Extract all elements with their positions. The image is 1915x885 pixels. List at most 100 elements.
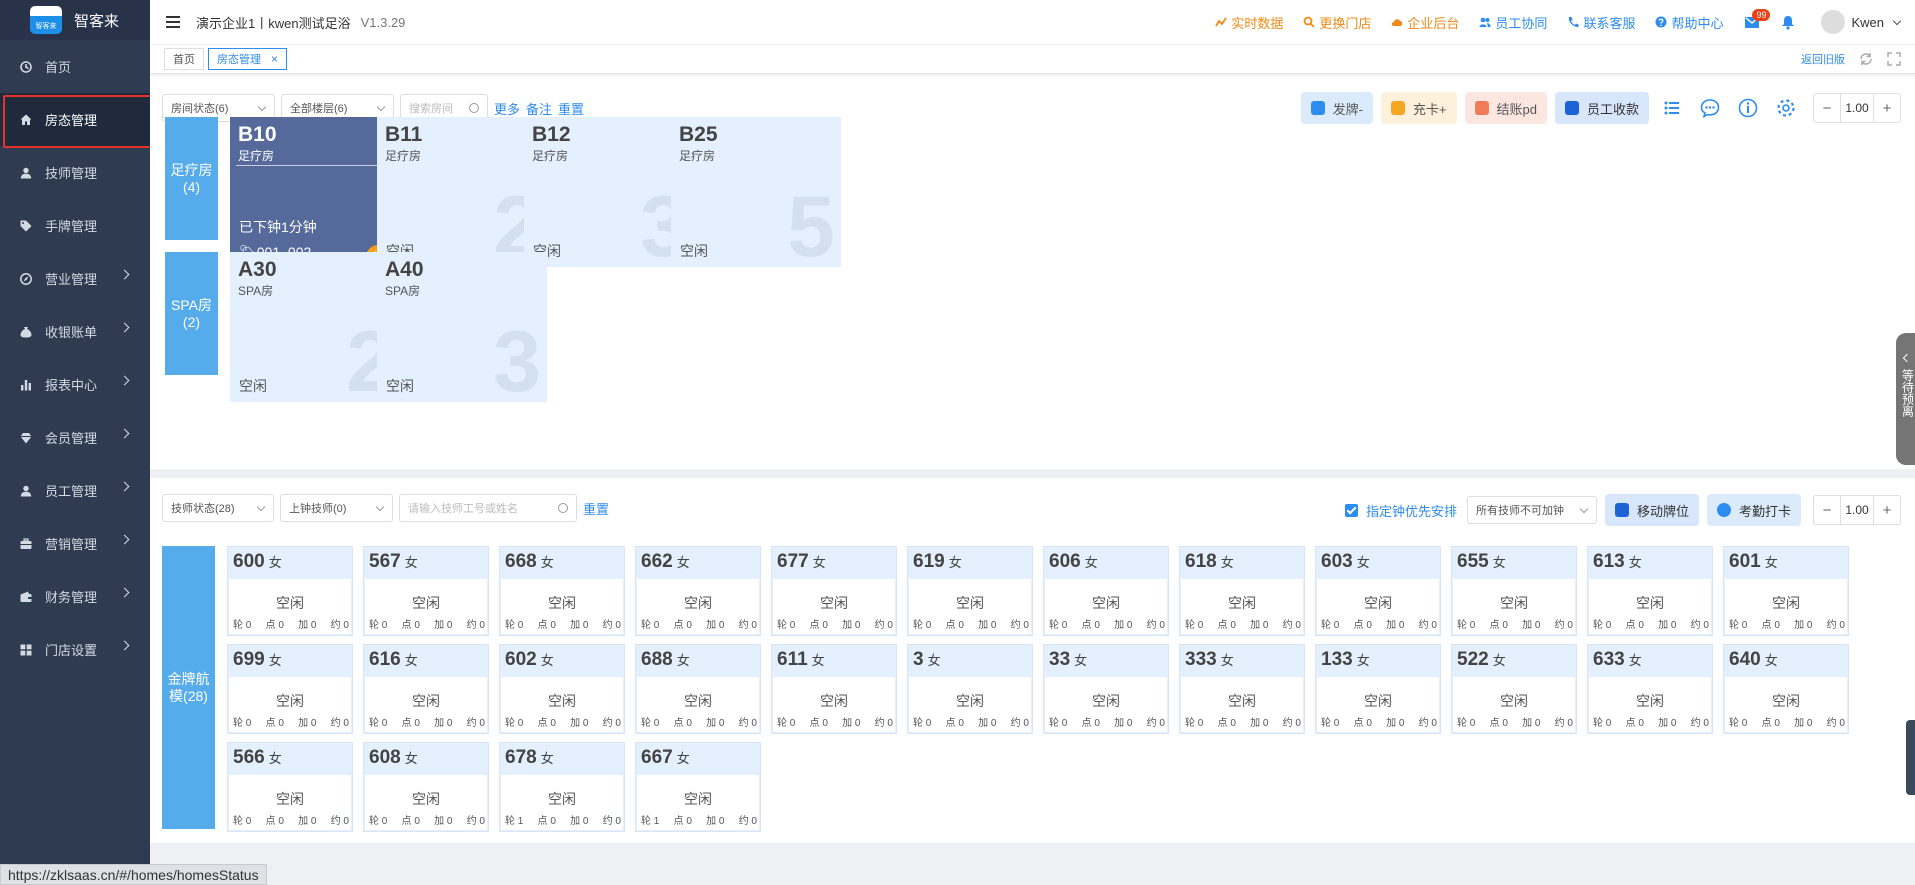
technician-card[interactable]: 616 女空闲轮 0 点 0 加 0 约 0 — [363, 644, 489, 734]
sidebar-item-4[interactable]: 手牌管理 — [0, 199, 150, 252]
mail-button[interactable]: 99 — [1745, 8, 1771, 28]
technician-card[interactable]: 655 女空闲轮 0 点 0 加 0 约 0 — [1451, 546, 1577, 636]
technician-card[interactable]: 611 女空闲轮 0 点 0 加 0 约 0 — [771, 644, 897, 734]
attendance-button[interactable]: 考勤打卡 — [1706, 494, 1801, 526]
note-link[interactable]: 备注 — [526, 99, 552, 118]
technician-card[interactable]: 677 女空闲轮 0 点 0 加 0 约 0 — [771, 546, 897, 636]
technician-card[interactable]: 678 女空闲轮 1 点 0 加 0 约 0 — [499, 742, 625, 832]
top-link-4[interactable]: 员工协同 — [1479, 13, 1547, 32]
move-position-button[interactable]: 移动牌位 — [1604, 494, 1699, 526]
technician-card[interactable]: 608 女空闲轮 0 点 0 加 0 约 0 — [363, 742, 489, 832]
reset-link[interactable]: 重置 — [558, 99, 584, 118]
technician-card[interactable]: 522 女空闲轮 0 点 0 加 0 约 0 — [1451, 644, 1577, 734]
tab-room-status[interactable]: 房态管理 × — [208, 48, 288, 70]
room-action-button-2[interactable]: 充卡+ — [1380, 92, 1457, 124]
sidebar-item-12[interactable]: 门店设置 — [0, 623, 150, 676]
tech-zoom-stepper[interactable]: − 1.00 + — [1813, 495, 1901, 525]
zoom-plus-button[interactable]: + — [1874, 502, 1900, 519]
technician-card[interactable]: 603 女空闲轮 0 点 0 加 0 约 0 — [1315, 546, 1441, 636]
technician-card[interactable]: 619 女空闲轮 0 点 0 加 0 约 0 — [907, 546, 1033, 636]
waiting-checkout-drawer[interactable]: 等待预离 — [1896, 333, 1915, 465]
zoom-minus-button[interactable]: − — [1814, 502, 1840, 519]
sidebar-item-10[interactable]: 营销管理 — [0, 517, 150, 570]
list-view-button[interactable] — [1657, 93, 1687, 123]
message-button[interactable] — [1695, 93, 1725, 123]
tech-gender: 女 — [1492, 653, 1506, 668]
sidebar-item-5[interactable]: 营业管理 — [0, 252, 150, 305]
technician-card[interactable]: 688 女空闲轮 0 点 0 加 0 约 0 — [635, 644, 761, 734]
technician-card[interactable]: 602 女空闲轮 0 点 0 加 0 约 0 — [499, 644, 625, 734]
room-action-button-3[interactable]: 结账pd — [1464, 92, 1547, 124]
technician-card[interactable]: 662 女空闲轮 0 点 0 加 0 约 0 — [635, 546, 761, 636]
room-card[interactable]: B12 足疗房 3 空闲 — [524, 117, 694, 267]
technician-card[interactable]: 133 女空闲轮 0 点 0 加 0 约 0 — [1315, 644, 1441, 734]
clock-tech-select[interactable]: 上钟技师(0) — [280, 494, 393, 522]
sidebar-item-2[interactable]: 房态管理 — [0, 93, 155, 148]
room-action-button-4[interactable]: 员工收款 — [1554, 92, 1649, 124]
technician-card[interactable]: 601 女空闲轮 0 点 0 加 0 约 0 — [1723, 546, 1849, 636]
priority-checkbox[interactable] — [1344, 503, 1358, 517]
tech-group-label[interactable]: 金牌航 模(28) — [162, 546, 215, 829]
technician-card[interactable]: 567 女空闲轮 0 点 0 加 0 约 0 — [363, 546, 489, 636]
technician-card[interactable]: 600 女空闲轮 0 点 0 加 0 约 0 — [227, 546, 353, 636]
room-category-label[interactable]: 足疗房 (4) — [165, 117, 218, 240]
technician-card[interactable]: 33 女空闲轮 0 点 0 加 0 约 0 — [1043, 644, 1169, 734]
top-link-1[interactable]: 实时数据 — [1215, 13, 1283, 32]
room-number: A40 — [385, 258, 424, 281]
sidebar-item-11[interactable]: 财务管理 — [0, 570, 150, 623]
sidebar-item-1[interactable]: 首页 — [0, 40, 150, 93]
technician-card[interactable]: 606 女空闲轮 0 点 0 加 0 约 0 — [1043, 546, 1169, 636]
menu-toggle-icon[interactable] — [166, 16, 180, 28]
tech-search-input[interactable]: 请输入技师工号或姓名 — [399, 494, 577, 522]
sidebar-item-9[interactable]: 员工管理 — [0, 464, 150, 517]
priority-label[interactable]: 指定钟优先安排 — [1366, 501, 1457, 520]
fullscreen-icon[interactable] — [1887, 52, 1901, 66]
tech-status-select[interactable]: 技师状态(28) — [162, 494, 274, 522]
top-link-3[interactable]: 企业后台 — [1391, 13, 1459, 32]
room-zoom-stepper[interactable]: − 1.00 + — [1813, 93, 1901, 123]
sidebar-item-6[interactable]: 收银账单 — [0, 305, 150, 358]
technician-card[interactable]: 633 女空闲轮 0 点 0 加 0 约 0 — [1587, 644, 1713, 734]
zoom-value[interactable]: 1.00 — [1840, 94, 1874, 122]
zoom-minus-button[interactable]: − — [1814, 100, 1840, 117]
technician-card[interactable]: 699 女空闲轮 0 点 0 加 0 约 0 — [227, 644, 353, 734]
technician-card[interactable]: 566 女空闲轮 0 点 0 加 0 约 0 — [227, 742, 353, 832]
user-menu[interactable]: Kwen — [1821, 10, 1902, 34]
technician-card[interactable]: 3 女空闲轮 0 点 0 加 0 约 0 — [907, 644, 1033, 734]
tech-reset-link[interactable]: 重置 — [583, 499, 609, 518]
room-card[interactable]: B25 足疗房 5 空闲 — [671, 117, 841, 267]
notification-button[interactable] — [1781, 15, 1795, 30]
technician-card[interactable]: 613 女空闲轮 0 点 0 加 0 约 0 — [1587, 546, 1713, 636]
more-link[interactable]: 更多 — [494, 99, 520, 118]
technician-card[interactable]: 618 女空闲轮 0 点 0 加 0 约 0 — [1179, 546, 1305, 636]
room-card[interactable]: A40 SPA房 3 空闲 — [377, 252, 547, 402]
back-old-version-link[interactable]: 返回旧版 — [1801, 51, 1845, 67]
room-card[interactable]: B11 足疗房 2 空闲 — [377, 117, 547, 267]
technician-card[interactable]: 667 女空闲轮 1 点 0 加 0 约 0 — [635, 742, 761, 832]
logo[interactable]: 智客来 智客来 — [0, 0, 150, 40]
top-link-5[interactable]: 联系客服 — [1567, 13, 1635, 32]
tab-home[interactable]: 首页 — [164, 48, 204, 70]
unavailable-select[interactable]: 所有技师不可加钟 — [1466, 496, 1597, 524]
tech-gender: 女 — [1764, 555, 1778, 570]
technician-card[interactable]: 333 女空闲轮 0 点 0 加 0 约 0 — [1179, 644, 1305, 734]
side-scroll-handle[interactable] — [1906, 720, 1915, 795]
sidebar-item-8[interactable]: 会员管理 — [0, 411, 150, 464]
room-card[interactable]: B10足疗房已下钟1分钟🏷001, 002结账 — [230, 117, 400, 267]
room-card[interactable]: A30 SPA房 2 空闲 — [230, 252, 400, 402]
room-action-button-1[interactable]: 发牌- — [1300, 92, 1373, 124]
top-link-6[interactable]: 帮助中心 — [1655, 13, 1723, 32]
refresh-icon[interactable] — [1859, 52, 1873, 66]
technician-card[interactable]: 668 女空闲轮 0 点 0 加 0 约 0 — [499, 546, 625, 636]
sidebar-item-3[interactable]: 技师管理 — [0, 146, 150, 199]
room-category-label[interactable]: SPA房 (2) — [165, 252, 218, 375]
dashboard-icon — [20, 60, 32, 73]
technician-card[interactable]: 640 女空闲轮 0 点 0 加 0 约 0 — [1723, 644, 1849, 734]
close-icon[interactable]: × — [271, 52, 278, 66]
info-button[interactable] — [1733, 93, 1763, 123]
zoom-value[interactable]: 1.00 — [1840, 496, 1874, 524]
sidebar-item-7[interactable]: 报表中心 — [0, 358, 150, 411]
settings-button[interactable] — [1771, 93, 1801, 123]
zoom-plus-button[interactable]: + — [1874, 100, 1900, 117]
top-link-2[interactable]: 更换门店 — [1303, 13, 1371, 32]
